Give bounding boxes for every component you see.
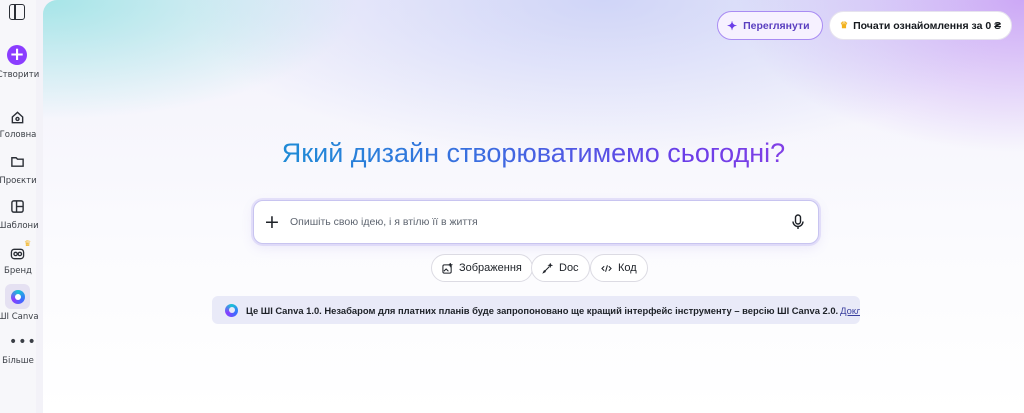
- doc-icon: [542, 262, 553, 274]
- image-icon: [442, 262, 453, 274]
- sidebar-item-canva-ai[interactable]: ШІ Canva: [0, 312, 40, 322]
- main-panel: ✦ Переглянути ♛ Почати ознайомлення за 0…: [43, 0, 1024, 413]
- sparkle-icon: ✦: [727, 18, 738, 33]
- add-attachment-icon[interactable]: +: [254, 212, 290, 232]
- create-button[interactable]: +: [7, 45, 27, 65]
- microphone-icon[interactable]: [778, 214, 818, 230]
- banner-text: Це ШІ Canva 1.0. Незабаром для платних п…: [246, 305, 860, 316]
- sidebar-toggle-icon[interactable]: [9, 4, 25, 20]
- templates-icon[interactable]: [10, 199, 25, 214]
- info-banner: Це ШІ Canva 1.0. Незабаром для платних п…: [212, 296, 860, 324]
- code-icon: [601, 264, 612, 272]
- sidebar-item-projects[interactable]: Проєкти: [0, 176, 40, 186]
- start-trial-button[interactable]: ♛ Почати ознайомлення за 0 ₴: [829, 11, 1012, 40]
- headline-text: Який дизайн створюватимемо сьогодні?: [281, 138, 786, 168]
- prompt-input[interactable]: [290, 216, 778, 228]
- review-label: Переглянути: [743, 19, 810, 32]
- prompt-box[interactable]: +: [253, 200, 819, 244]
- sidebar-item-templates[interactable]: Шаблони: [0, 221, 40, 231]
- review-button[interactable]: ✦ Переглянути: [717, 11, 823, 40]
- learn-more-link[interactable]: Докладніше: [840, 305, 860, 316]
- canva-ai-icon: [225, 303, 238, 317]
- sidebar-item-canva-ai-button[interactable]: [5, 284, 30, 309]
- chip-image-button[interactable]: Зображення: [431, 254, 533, 282]
- trial-label: Почати ознайомлення за 0 ₴: [853, 19, 1002, 32]
- brand-icon[interactable]: [10, 246, 25, 261]
- crown-icon: ♛: [24, 239, 32, 248]
- sidebar-item-home[interactable]: Головна: [0, 130, 40, 140]
- sidebar-item-more[interactable]: Більше: [0, 356, 40, 366]
- chip-doc-button[interactable]: Doc: [531, 254, 590, 282]
- crown-icon: ♛: [840, 20, 849, 30]
- more-dots-icon[interactable]: •••: [9, 335, 37, 349]
- chip-code-label: Код: [618, 262, 637, 274]
- chip-doc-label: Doc: [559, 262, 579, 274]
- sidebar-item-brand[interactable]: Бренд: [0, 266, 40, 276]
- home-icon[interactable]: [10, 110, 25, 125]
- chip-image-label: Зображення: [459, 262, 522, 274]
- sidebar: + Створити Головна Проєкти Шаблони ♛ Бре…: [0, 0, 39, 413]
- canva-ai-icon: [10, 289, 25, 304]
- folder-icon[interactable]: [10, 154, 25, 169]
- page-title: Який дизайн створюватимемо сьогодні?: [43, 138, 1024, 169]
- create-label: Створити: [0, 70, 40, 80]
- chip-code-button[interactable]: Код: [590, 254, 648, 282]
